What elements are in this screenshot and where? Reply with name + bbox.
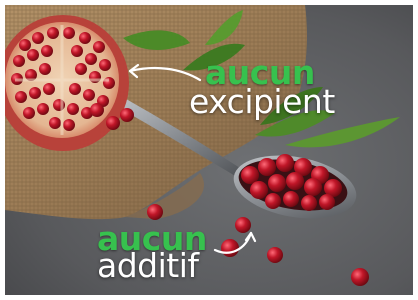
ad-image: aucun excipient aucun additif: [5, 5, 413, 295]
caption-bottom-main: additif: [97, 246, 199, 285]
photo-scene: [5, 5, 413, 295]
caption-top-main: excipient: [189, 82, 335, 121]
